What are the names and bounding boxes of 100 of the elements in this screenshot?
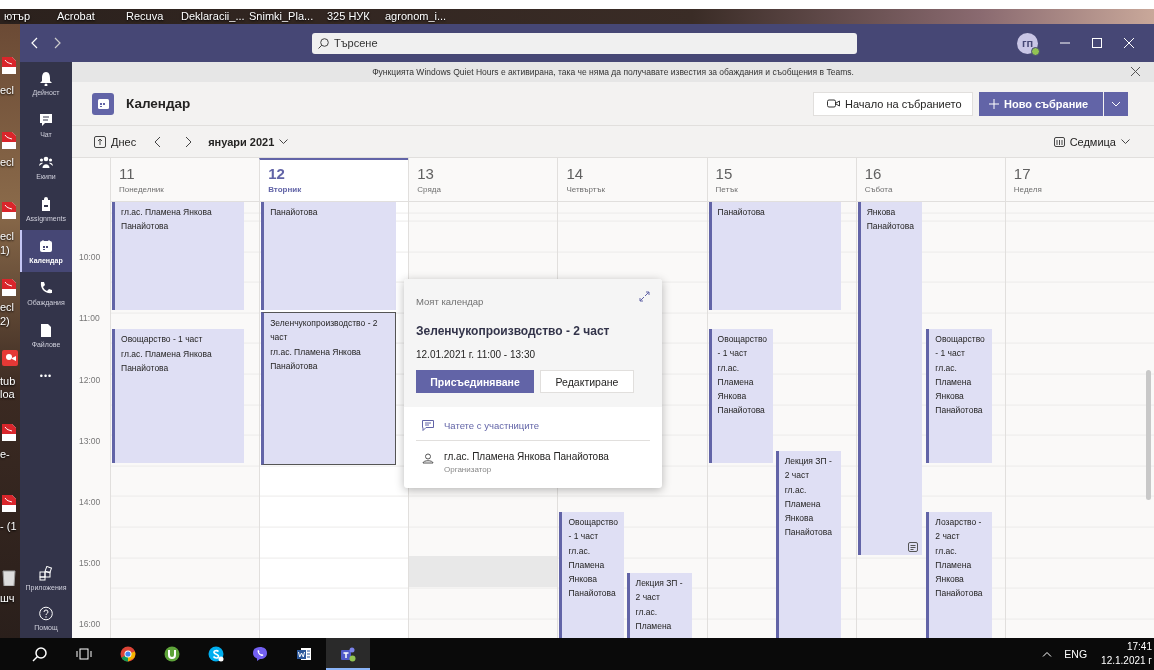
day-number: 17 <box>1013 165 1032 182</box>
status-icon <box>1031 46 1040 56</box>
calendar-event[interactable]: Овощарство - 1 част гл.ас. Пламена Янкова Панайотова <box>112 329 245 463</box>
dropdown-button[interactable] <box>1104 91 1128 116</box>
desktop-icon-label: 2) <box>0 315 10 327</box>
organizer-role: Организатор <box>444 465 493 474</box>
calendar-event[interactable]: Панайотова <box>261 202 397 310</box>
video-file-icon <box>2 350 18 366</box>
user-avatar[interactable]: гп <box>1017 32 1038 54</box>
file-icon <box>39 322 53 338</box>
close-icon[interactable] <box>1131 67 1140 76</box>
event-organizer: Панайотова <box>270 206 319 219</box>
download-app-icon[interactable] <box>164 646 180 662</box>
new-meeting-button[interactable]: Ново събрание <box>979 91 1103 116</box>
pdf-file-icon <box>2 424 16 441</box>
time-label: 10:00 <box>79 252 101 263</box>
meeting-app-icon[interactable] <box>340 646 356 662</box>
desktop-icon-label: Deklaracii_... <box>181 10 245 22</box>
event-organizer: гл.ас. Пламена Янкова Панайотова <box>717 362 766 417</box>
document-app-icon[interactable] <box>296 646 312 662</box>
month-picker[interactable]: януари 2021 <box>208 135 289 148</box>
browser-icon[interactable] <box>120 646 136 662</box>
desktop-icon-label: e- <box>0 448 10 460</box>
pdf-file-icon <box>2 202 16 219</box>
calendar-event[interactable]: Лекция ЗП - 2 част гл.ас. Пламена Янкова Панайотова <box>775 451 841 638</box>
join-button[interactable]: Присъединяване <box>416 370 534 393</box>
today-button[interactable]: Днес <box>94 135 137 148</box>
backpack-icon <box>39 196 53 212</box>
desktop-icon-label: ecl <box>0 301 15 313</box>
day-name: Вторник <box>268 185 303 194</box>
desktop-icon-label: шч <box>0 592 15 604</box>
calendar-event[interactable]: Лозарство - 2 част гл.ас. Пламена Янкова Панайотова <box>926 512 992 638</box>
event-organizer: гл.ас. Пламена <box>635 606 673 633</box>
edit-button[interactable]: Редактиране <box>540 370 634 393</box>
more-button[interactable]: ••• <box>20 356 72 396</box>
search-icon[interactable] <box>32 646 48 662</box>
event-time: 12.01.2021 г. 11:00 - 13:30 <box>416 349 536 360</box>
calendar-event[interactable]: Лекция ЗП - 2 част гл.ас. Пламена <box>626 573 692 638</box>
event-title: Зеленчукопроизводство - 2 част <box>416 324 611 338</box>
next-icon[interactable] <box>185 135 193 148</box>
pdf-file-icon <box>2 132 16 149</box>
desktop-icon-label: loa <box>0 388 15 400</box>
calendar-event[interactable]: гл.ас. Пламена Янкова Панайотова <box>112 202 245 310</box>
desktop-icon-label: Snimki_Pla... <box>249 10 314 22</box>
calendar-event[interactable]: Янкова Панайотова <box>857 202 922 555</box>
clock-time: 17:41 <box>1126 640 1152 654</box>
caret-icon <box>279 138 289 145</box>
organizer-name: гл.ас. Пламена Янкова Панайотова <box>444 451 609 462</box>
calendar-icon <box>97 98 109 109</box>
previous-icon[interactable] <box>154 135 162 148</box>
chat-app-icon[interactable] <box>208 646 224 662</box>
trash-bin-icon <box>2 568 16 586</box>
task-view-icon[interactable] <box>76 646 92 662</box>
calendar-event[interactable]: Зеленчукопроизводство - 2 част гл.ас. Пламена Янкова Панайотова <box>261 312 397 465</box>
language-indicator[interactable]: ENG <box>1064 648 1088 660</box>
chevron-up-icon[interactable] <box>1042 651 1053 657</box>
calendar-event[interactable]: Овощарство - 1 част гл.ас. Пламена Янкова Панайотова <box>708 329 773 463</box>
meet-now-button[interactable]: Начало на събранието <box>813 91 973 116</box>
day-number: 14 <box>566 165 585 182</box>
help-icon <box>39 605 53 621</box>
event-organizer: гл.ас. Пламена Янкова Панайотова <box>270 346 362 373</box>
time-label: 15:00 <box>79 558 101 569</box>
calendar-event[interactable]: Овощарство - 1 част гл.ас. Пламена Янкова Панайотова <box>926 329 992 463</box>
people-icon <box>39 154 53 170</box>
day-name: Четвъртък <box>566 185 607 194</box>
day-number: 16 <box>864 165 883 182</box>
event-organizer: гл.ас. Пламена Янкова Панайотова <box>784 484 833 539</box>
phone-app-icon[interactable] <box>252 646 268 662</box>
maximize-icon[interactable] <box>1092 38 1102 48</box>
search-field[interactable]: Търсене <box>312 32 857 54</box>
desktop-icon-label: 325 НУК <box>327 10 370 22</box>
expand-icon[interactable] <box>639 291 650 302</box>
time-label: 16:00 <box>79 619 101 630</box>
day-number: 12 <box>268 165 286 182</box>
calendar-today-icon <box>94 135 106 148</box>
apps-icon <box>39 565 53 581</box>
forward-icon[interactable] <box>53 37 61 49</box>
scrollbar-thumb[interactable] <box>1146 370 1151 500</box>
day-name: Петък <box>715 185 739 194</box>
event-organizer: Панайотова <box>717 206 766 219</box>
desktop-icon-label: agronom_i... <box>385 10 447 22</box>
desktop-icon-label: ecl <box>0 84 15 96</box>
desktop-icon-label: ecl <box>0 230 15 242</box>
event-organizer: гл.ас. Пламена Янкова Панайотова <box>935 362 984 417</box>
clock-date: 12.1.2021 г <box>1101 654 1152 668</box>
view-picker[interactable]: Седмица <box>1053 135 1130 148</box>
back-icon[interactable] <box>31 37 39 49</box>
chat-link[interactable]: Чатете с участниците <box>444 420 540 431</box>
calendar-event[interactable]: Панайотова <box>708 202 841 310</box>
time-label: 13:00 <box>79 435 101 446</box>
desktop-icon-label: - (1 <box>0 520 17 532</box>
calendar-event[interactable]: Овощарство - 1 част гл.ас. Пламена Янкова Панайотова <box>559 512 624 638</box>
event-organizer: гл.ас. Пламена Янкова Панайотова <box>568 545 617 600</box>
calendar-icon <box>39 238 53 254</box>
notification-text: Функцията Windows Quiet Hours е активирана, така че няма да получавате известия за обаждания и съобщения в Teams. <box>372 67 854 77</box>
desktop-icon-label: ютър <box>4 10 31 22</box>
time-label: 11:00 <box>79 313 100 324</box>
page-title: Календар <box>126 96 192 111</box>
desktop-icon-label: ecl <box>0 156 15 168</box>
calendar-icon <box>1053 136 1065 147</box>
